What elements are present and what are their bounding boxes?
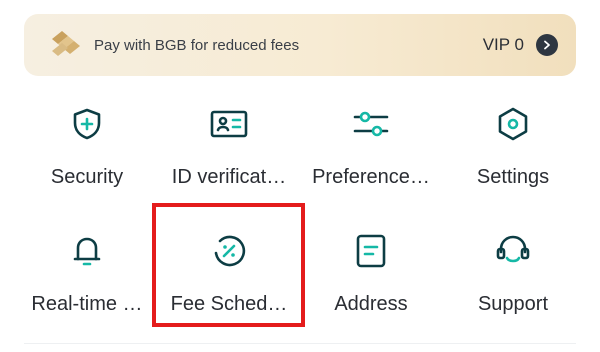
sliders-icon: [351, 104, 391, 144]
menu-item-security[interactable]: Security: [16, 96, 158, 223]
menu-item-label: Address: [334, 293, 408, 315]
menu-item-label: Support: [477, 293, 549, 315]
hexagon-settings-icon: [493, 104, 533, 144]
menu-item-support[interactable]: Support: [442, 223, 584, 350]
menu-item-settings[interactable]: Settings: [442, 96, 584, 223]
divider: [24, 343, 576, 344]
bell-icon: [67, 231, 107, 271]
menu-item-real-time-notifications[interactable]: Real-time …: [16, 223, 158, 350]
menu-item-label: Security: [50, 166, 124, 188]
menu-item-preferences[interactable]: Preference…: [300, 96, 442, 223]
headset-icon: [493, 231, 533, 271]
menu-item-label: Real-time …: [31, 293, 143, 315]
shield-plus-icon: [67, 104, 107, 144]
menu-item-label: ID verificat…: [171, 166, 287, 188]
vip-label: VIP 0: [482, 35, 524, 54]
menu-item-address[interactable]: Address: [300, 223, 442, 350]
chevron-right-icon[interactable]: [536, 34, 558, 56]
document-icon: [351, 231, 391, 271]
menu-item-label: Preference…: [312, 166, 430, 188]
bgb-fee-banner[interactable]: Pay with BGB for reduced fees VIP 0: [24, 14, 576, 76]
id-card-icon: [209, 104, 249, 144]
vip-level[interactable]: VIP 0: [483, 34, 558, 56]
bgb-logo-icon: [46, 25, 86, 65]
fee-schedule-highlight-box: [152, 203, 305, 327]
menu-item-label: Settings: [476, 166, 550, 188]
banner-text: Pay with BGB for reduced fees: [94, 36, 300, 54]
